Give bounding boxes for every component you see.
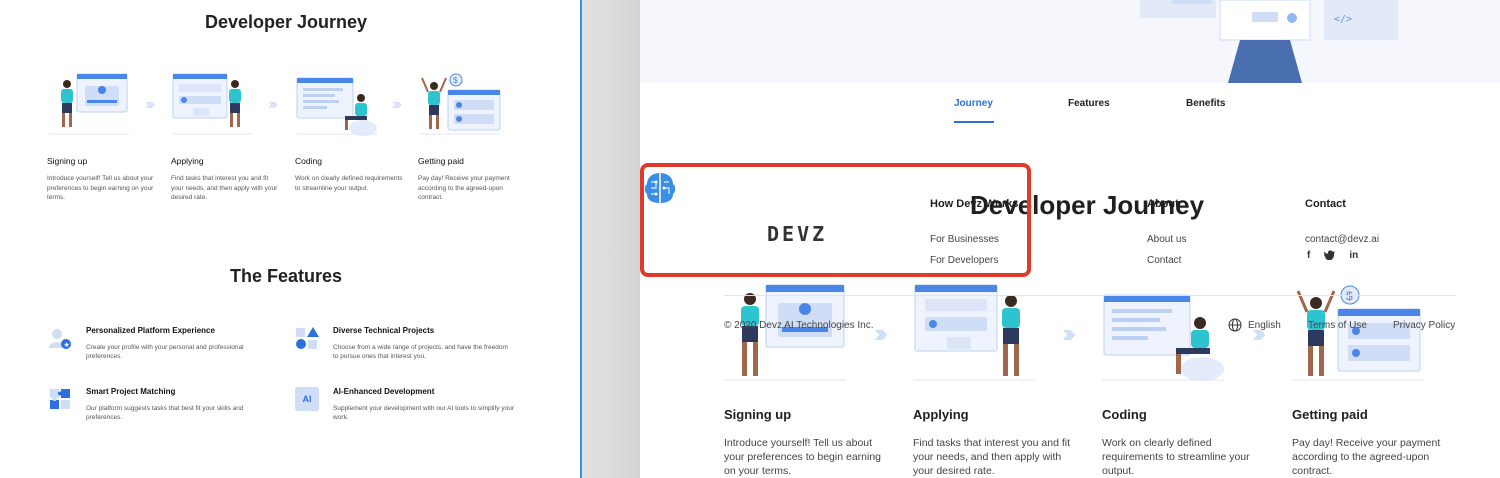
chevron-right-icon: ›››: [1062, 318, 1076, 348]
feature-item: AI AI-Enhanced Development Supplement yo…: [295, 387, 515, 422]
globe-icon: [1228, 318, 1242, 332]
feature-description: Supplement your development with our AI …: [333, 405, 515, 421]
applying-illustration: [913, 283, 1035, 383]
shapes-icon: [296, 327, 319, 349]
step-title: Coding: [295, 156, 322, 166]
facebook-icon[interactable]: f: [1307, 250, 1310, 263]
step-description: Pay day! Receive your payment according …: [418, 175, 510, 201]
step-title: Getting paid: [1292, 407, 1368, 422]
left-panel: Developer Journey Signing up Introduce y…: [0, 0, 580, 478]
footer-contact-email[interactable]: contact@devz.ai: [1305, 234, 1379, 245]
step-description: Find tasks that interest you and fit you…: [913, 437, 1070, 477]
footer-link-contact[interactable]: Contact: [1147, 255, 1186, 266]
feature-item: Smart Project Matching Our platform sugg…: [48, 387, 268, 422]
feature-title: Personalized Platform Experience: [86, 326, 215, 335]
svg-text:★: ★: [64, 341, 70, 349]
step-description: Work on clearly defined requirements to …: [295, 175, 403, 192]
svg-text:$: $: [1346, 289, 1353, 303]
feature-description: Our platform suggests tasks that best fi…: [86, 405, 244, 421]
chevron-right-icon: ›››: [268, 96, 278, 113]
footer-contact-column: Contact contact@devz.ai: [1305, 198, 1379, 245]
user-star-icon: ★: [49, 329, 71, 349]
feature-description: Choose from a wide range of projects, an…: [333, 344, 508, 360]
hero-illustration: </>: [640, 0, 1500, 83]
copyright-text: © 2020 Devz AI Technologies Inc.: [724, 320, 874, 331]
journey-title: Developer Journey: [204, 12, 368, 32]
journey-step: $ Getting paid Pay day! Receive your pay…: [418, 72, 528, 203]
step-description: Work on clearly defined requirements to …: [1102, 437, 1250, 477]
journey-step: Signing up Introduce yourself! Tell us a…: [724, 283, 884, 478]
step-title: Signing up: [724, 407, 792, 422]
svg-text:</>: </>: [1334, 14, 1352, 25]
step-description: Introduce yourself! Tell us about your p…: [724, 437, 882, 477]
language-selector[interactable]: English: [1228, 318, 1281, 332]
chevron-right-icon: ›››: [145, 96, 155, 113]
tab-benefits[interactable]: Benefits: [1186, 98, 1225, 109]
section-tabs: Journey Features Benefits: [640, 98, 1500, 128]
feature-title: AI-Enhanced Development: [333, 387, 435, 396]
step-title: Applying: [171, 156, 204, 166]
panel-gap: [582, 0, 640, 478]
journey-step: $ Getting paid Pay day! Receive your pay…: [1292, 283, 1452, 478]
tab-journey[interactable]: Journey: [954, 98, 993, 109]
journey-step: Coding Work on clearly defined requireme…: [295, 72, 405, 193]
applying-illustration: [171, 72, 255, 138]
language-label: English: [1248, 319, 1281, 331]
chevron-right-icon: ›››: [874, 318, 888, 348]
step-description: Introduce yourself! Tell us about your p…: [47, 175, 154, 201]
puzzle-icon: [50, 389, 70, 409]
journey-step: Applying Find tasks that interest you an…: [171, 72, 281, 203]
signing-up-illustration: [47, 72, 131, 138]
journey-step: Applying Find tasks that interest you an…: [913, 283, 1073, 478]
ai-badge: AI: [302, 394, 312, 404]
journey-step: Signing up Introduce yourself! Tell us a…: [47, 72, 157, 203]
feature-description: Create your profile with your personal a…: [86, 344, 244, 360]
highlight-annotation-box: [640, 163, 1031, 277]
chevron-right-icon: ›››: [392, 96, 402, 113]
terms-link[interactable]: Terms of Use: [1308, 320, 1367, 331]
tab-features[interactable]: Features: [1068, 98, 1110, 109]
twitter-icon[interactable]: [1324, 250, 1336, 263]
feature-title: Diverse Technical Projects: [333, 326, 435, 335]
privacy-link[interactable]: Privacy Policy: [1393, 320, 1455, 331]
signing-up-illustration: [724, 283, 846, 383]
coding-illustration: [295, 72, 379, 138]
getting-paid-illustration: $: [1292, 283, 1424, 383]
step-description: Find tasks that interest you and fit you…: [171, 175, 278, 201]
getting-paid-illustration: $: [418, 72, 502, 138]
coding-illustration: [1102, 283, 1224, 383]
journey-step: Coding Work on clearly defined requireme…: [1102, 283, 1262, 478]
feature-title: Smart Project Matching: [86, 387, 176, 396]
svg-text:$: $: [453, 76, 458, 85]
feature-item: Diverse Technical Projects Choose from a…: [295, 326, 515, 361]
step-title: Getting paid: [418, 156, 464, 166]
step-title: Coding: [1102, 407, 1147, 422]
ai-icon: AI: [295, 387, 319, 411]
step-description: Pay day! Receive your payment according …: [1292, 437, 1441, 477]
footer-link-about-us[interactable]: About us: [1147, 234, 1186, 245]
features-title: The Features: [229, 266, 343, 286]
feature-item: ★ Personalized Platform Experience Creat…: [48, 326, 268, 361]
social-links: f in: [1307, 250, 1358, 263]
footer-column-title: Contact: [1305, 198, 1346, 210]
active-tab-indicator: [954, 121, 994, 123]
linkedin-icon[interactable]: in: [1349, 250, 1358, 263]
step-title: Signing up: [47, 156, 88, 166]
step-title: Applying: [913, 407, 969, 422]
footer-divider: [724, 295, 1456, 296]
